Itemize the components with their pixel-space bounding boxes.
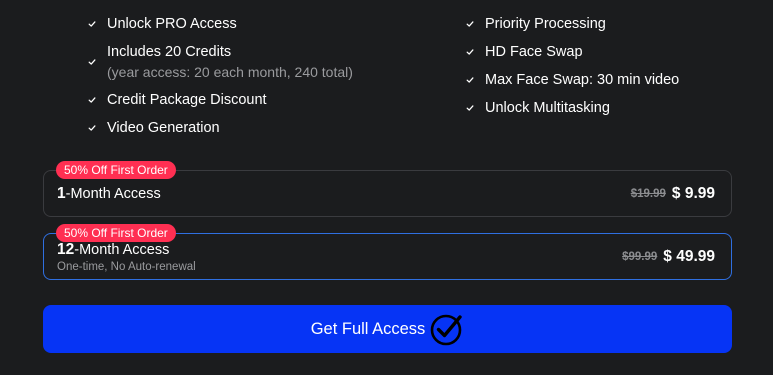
feature-item: Unlock PRO Access	[88, 14, 353, 34]
feature-item: Video Generation	[88, 118, 353, 138]
check-icon	[88, 118, 99, 138]
feature-label-text: Includes 20 Credits	[107, 44, 232, 60]
plan-months: 12	[57, 241, 75, 258]
feature-label: Credit Package Discount	[107, 92, 267, 108]
original-price: $99.99	[622, 250, 658, 263]
check-icon	[88, 42, 99, 82]
check-icon	[466, 42, 477, 62]
discount-badge: 50% Off First Order	[56, 161, 176, 179]
plan-title: 12-Month Access	[57, 241, 169, 259]
plan-price: $99.99 $ 49.99	[622, 234, 715, 279]
check-icon	[466, 14, 477, 34]
feature-label: Max Face Swap: 30 min video	[485, 72, 680, 88]
get-full-access-button[interactable]: Get Full Access	[43, 305, 732, 353]
feature-column-left: Unlock PRO Access Includes 20 Credits (y…	[88, 14, 353, 138]
check-icon	[466, 70, 477, 90]
plan-price: $19.99 $ 9.99	[631, 171, 715, 216]
plan-months: 1	[57, 185, 66, 202]
feature-item: HD Face Swap	[466, 42, 679, 62]
feature-item: Credit Package Discount	[88, 90, 353, 110]
feature-label: Priority Processing	[485, 16, 606, 32]
plan-label: -Month Access	[74, 242, 170, 258]
feature-label: HD Face Swap	[485, 44, 583, 60]
check-circle-icon	[430, 312, 464, 346]
check-icon	[88, 14, 99, 34]
feature-column-right: Priority Processing HD Face Swap Max Fac…	[466, 14, 679, 118]
pricing-panel: Unlock PRO Access Includes 20 Credits (y…	[0, 0, 773, 375]
original-price: $19.99	[630, 187, 666, 200]
plan-note: One-time, No Auto-renewal	[57, 261, 196, 273]
discounted-price: $ 9.99	[671, 184, 715, 202]
feature-label: Unlock PRO Access	[107, 16, 237, 32]
plan-option-1-month[interactable]: 50% Off First Order 1-Month Access $19.9…	[43, 161, 732, 217]
feature-sublabel: (year access: 20 each month, 240 total)	[107, 64, 353, 80]
feature-list: Unlock PRO Access Includes 20 Credits (y…	[0, 0, 773, 150]
feature-item: Max Face Swap: 30 min video	[466, 70, 679, 90]
feature-label: Video Generation	[107, 120, 220, 136]
feature-label: Includes 20 Credits (year access: 20 eac…	[107, 42, 353, 82]
plan-title: 1-Month Access	[57, 185, 161, 203]
feature-item: Priority Processing	[466, 14, 679, 34]
discounted-price: $ 49.99	[663, 247, 715, 265]
check-icon	[466, 98, 477, 118]
feature-item: Unlock Multitasking	[466, 98, 679, 118]
discount-badge: 50% Off First Order	[56, 224, 176, 242]
plan-label: -Month Access	[65, 186, 161, 202]
plan-option-12-month[interactable]: 50% Off First Order 12-Month Access One-…	[43, 224, 732, 280]
cta-label: Get Full Access	[310, 319, 426, 338]
feature-label: Unlock Multitasking	[485, 100, 610, 116]
check-icon	[88, 90, 99, 110]
feature-item: Includes 20 Credits (year access: 20 eac…	[88, 42, 353, 82]
